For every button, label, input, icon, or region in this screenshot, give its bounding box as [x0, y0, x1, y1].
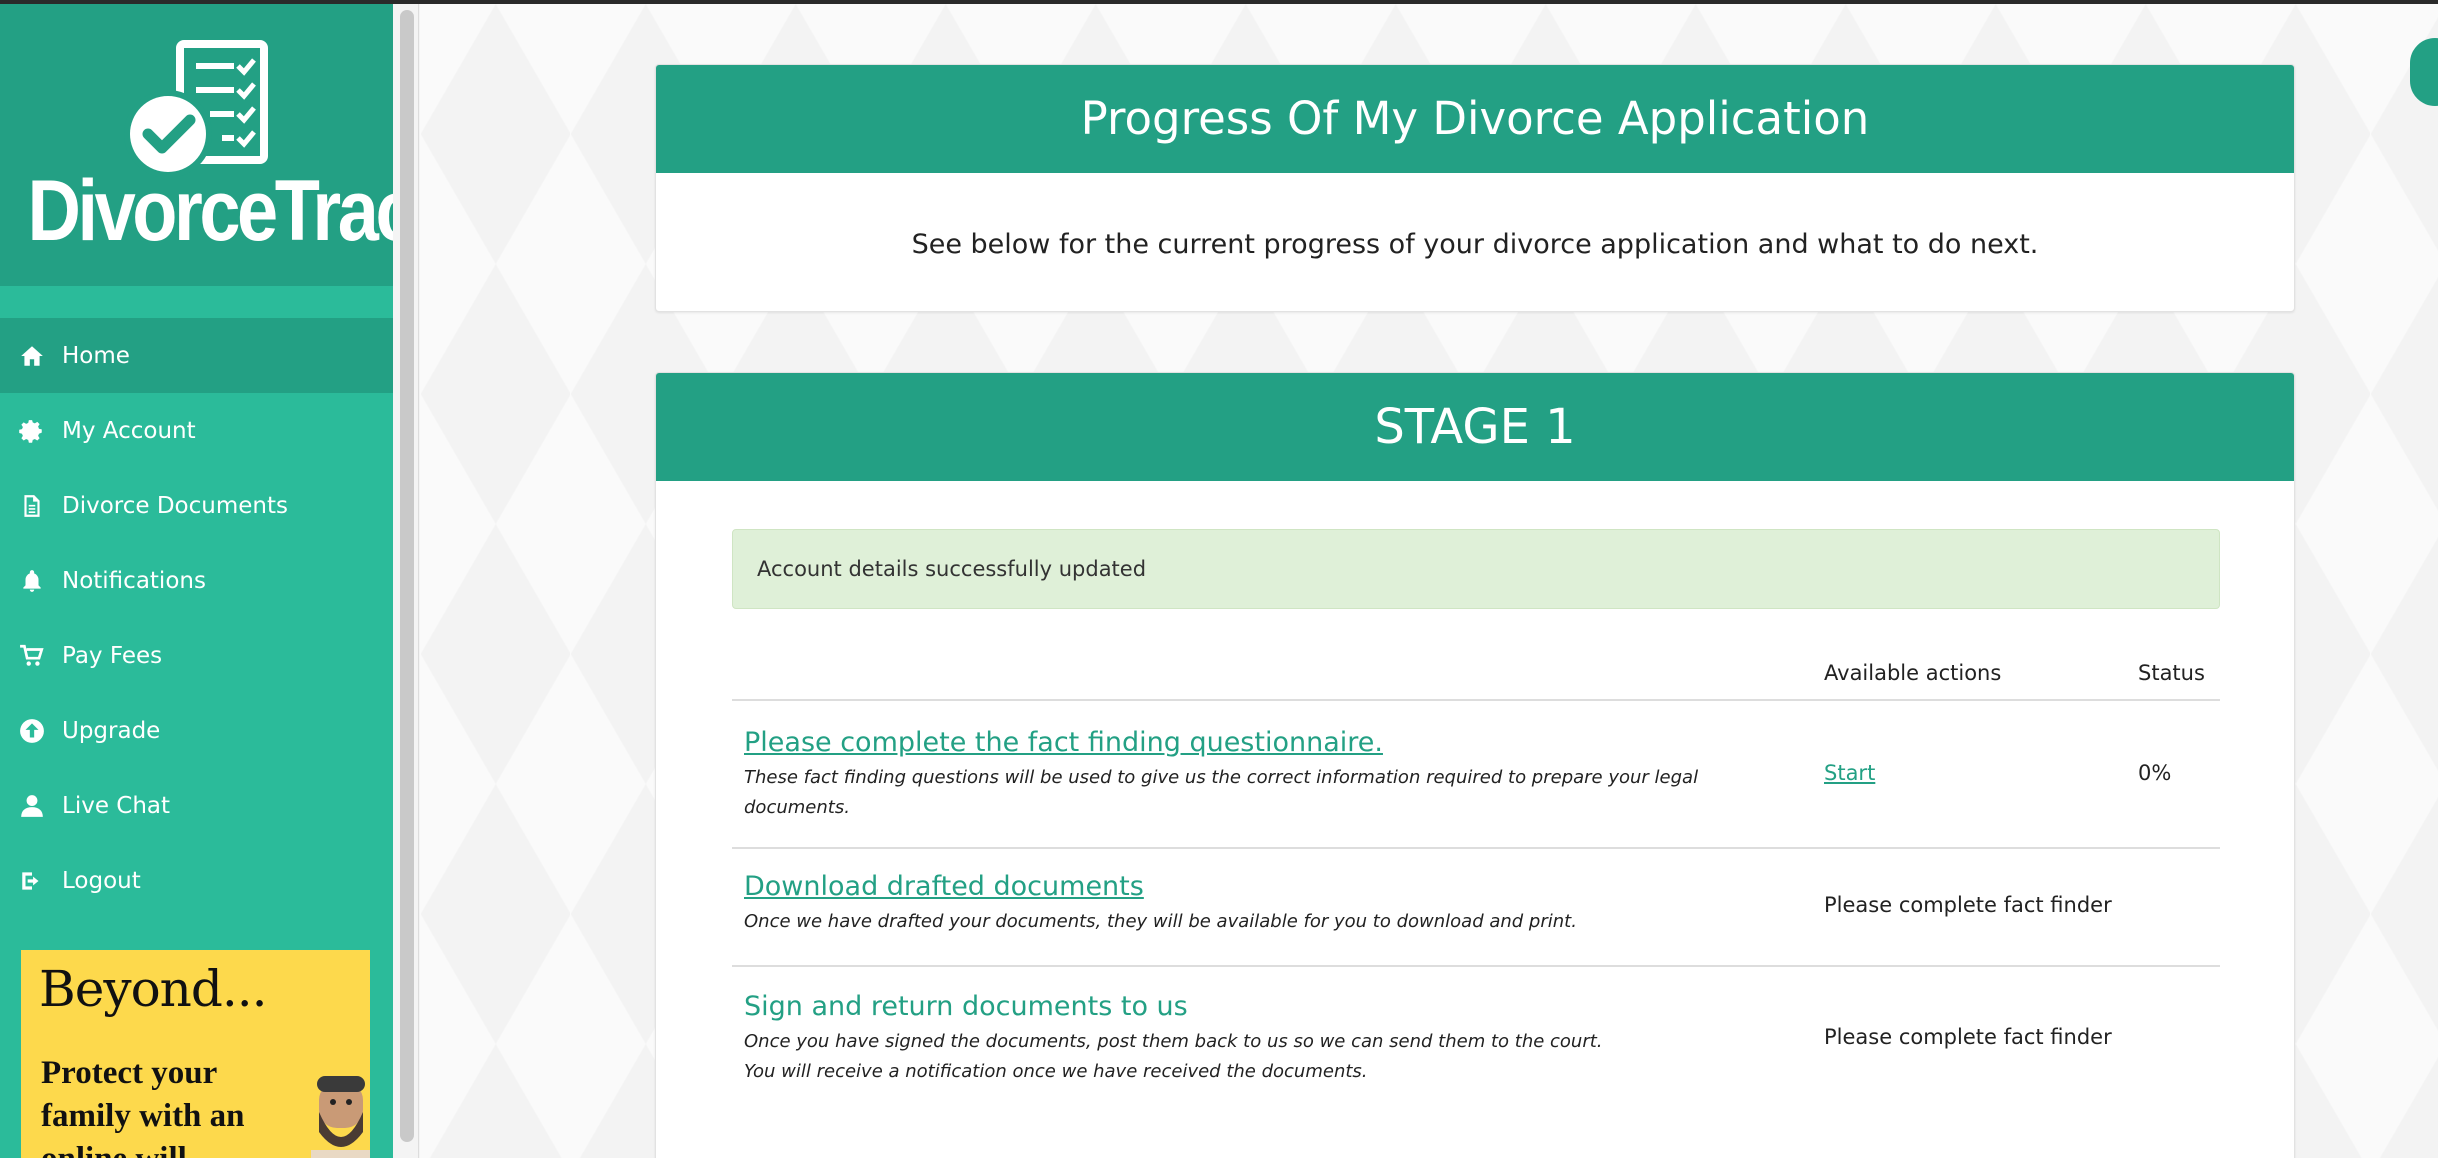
home-icon	[18, 342, 46, 370]
progress-panel: Progress Of My Divorce Application See b…	[655, 64, 2295, 312]
row-status: 0%	[2138, 761, 2172, 785]
sidebar-item-notifications[interactable]: Notifications	[0, 543, 393, 618]
sidebar-item-pay-fees[interactable]: Pay Fees	[0, 618, 393, 693]
ad-body: Protect your family with an online will	[41, 1055, 245, 1158]
sidebar-item-label: My Account	[62, 417, 196, 444]
sidebar-item-label: Pay Fees	[62, 642, 163, 669]
user-icon	[18, 792, 46, 820]
sidebar-item-label: Notifications	[62, 567, 206, 594]
start-link[interactable]: Start	[1824, 761, 1875, 785]
sidebar-item-label: Logout	[62, 867, 141, 894]
sign-return-title: Sign and return documents to us	[744, 991, 1188, 1022]
sidebar: DivorceTrack Home My Account Divorce Doc…	[0, 4, 393, 1158]
table-row: Please complete the fact finding questio…	[732, 701, 2220, 849]
sidebar-item-logout[interactable]: Logout	[0, 843, 393, 918]
sidebar-item-label: Upgrade	[62, 717, 161, 744]
row-description: Once we have drafted your documents, the…	[744, 911, 1577, 932]
row-description-line: You will receive a notification once we …	[744, 1061, 1368, 1082]
brand-name: DivorceTrack	[27, 163, 393, 259]
column-header-actions: Available actions	[1824, 661, 2002, 685]
upload-icon	[18, 717, 46, 745]
sidebar-item-divorce-documents[interactable]: Divorce Documents	[0, 468, 393, 543]
fact-finding-link[interactable]: Please complete the fact finding questio…	[744, 727, 1383, 758]
column-header-status: Status	[2138, 661, 2205, 685]
gear-icon	[18, 417, 46, 445]
success-alert: Account details successfully updated	[732, 529, 2220, 609]
row-description-line: Once you have signed the documents, post…	[744, 1031, 1603, 1052]
ad-title: Beyond...	[39, 960, 268, 1018]
main-content: Progress Of My Divorce Application See b…	[420, 4, 2438, 1158]
person-illustration-icon	[311, 1076, 370, 1158]
table-header: Available actions Status	[732, 641, 2220, 701]
download-documents-link[interactable]: Download drafted documents	[744, 871, 1144, 902]
cart-icon	[18, 642, 46, 670]
window-top-border	[0, 0, 2438, 4]
stage-panel: STAGE 1 Account details successfully upd…	[655, 372, 2295, 1158]
table-row: Sign and return documents to us Once you…	[732, 967, 2220, 1107]
scrollbar-thumb[interactable]	[400, 10, 414, 1142]
sidebar-item-my-account[interactable]: My Account	[0, 393, 393, 468]
stage-table: Available actions Status Please complete…	[732, 641, 2220, 1107]
sidebar-item-label: Divorce Documents	[62, 492, 288, 519]
row-action-text: Please complete fact finder	[1824, 893, 2112, 917]
chat-bubble-icon[interactable]	[2410, 38, 2438, 106]
logout-icon	[18, 867, 46, 895]
table-row: Download drafted documents Once we have …	[732, 849, 2220, 967]
sidebar-item-live-chat[interactable]: Live Chat	[0, 768, 393, 843]
brand-logo[interactable]: DivorceTrack	[0, 4, 393, 286]
stage-title: STAGE 1	[656, 373, 2294, 481]
row-action-text: Please complete fact finder	[1824, 1025, 2112, 1049]
page-title: Progress Of My Divorce Application	[656, 65, 2294, 173]
sidebar-item-label: Home	[62, 342, 130, 369]
progress-subtitle: See below for the current progress of yo…	[911, 229, 2039, 260]
bell-icon	[18, 567, 46, 595]
checklist-logo-icon	[124, 40, 268, 178]
document-icon	[18, 492, 46, 520]
row-description: Once you have signed the documents, post…	[744, 1027, 1603, 1087]
sidebar-item-label: Live Chat	[62, 792, 171, 819]
sidebar-item-upgrade[interactable]: Upgrade	[0, 693, 393, 768]
ad-banner[interactable]: Beyond... Protect your family with an on…	[21, 950, 370, 1158]
row-description: These fact finding questions will be use…	[744, 767, 1699, 818]
sidebar-item-home[interactable]: Home	[0, 318, 393, 393]
